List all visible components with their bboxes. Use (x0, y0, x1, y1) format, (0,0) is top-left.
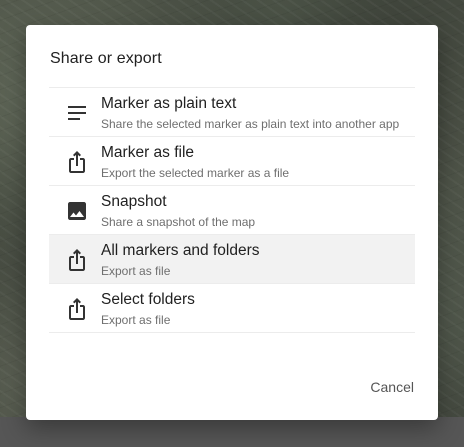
option-label: Marker as file (101, 144, 195, 161)
option-description: Export as file (101, 264, 171, 278)
option-label: Snapshot (101, 193, 167, 210)
dialog-title: Share or export (50, 50, 162, 67)
share-icon (65, 150, 89, 174)
option-marker-as-file[interactable]: Marker as file Export the selected marke… (49, 137, 415, 186)
notes-icon (65, 101, 89, 125)
option-description: Export as file (101, 313, 171, 327)
bottom-bar-scrim (0, 417, 464, 447)
share-export-dialog: Share or export Marker as plain text Sha… (26, 25, 438, 420)
option-label: Marker as plain text (101, 95, 237, 112)
option-all-markers-and-folders[interactable]: All markers and folders Export as file (49, 235, 415, 284)
option-marker-plain-text[interactable]: Marker as plain text Share the selected … (49, 88, 415, 137)
option-description: Share a snapshot of the map (101, 215, 256, 229)
option-label: All markers and folders (101, 242, 260, 259)
option-select-folders[interactable]: Select folders Export as file (49, 284, 415, 333)
option-description: Export the selected marker as a file (101, 166, 290, 180)
cancel-button[interactable]: Cancel (370, 375, 414, 399)
image-icon (65, 199, 89, 223)
options-list: Marker as plain text Share the selected … (49, 87, 415, 333)
option-description: Share the selected marker as plain text … (101, 117, 400, 131)
option-snapshot[interactable]: Snapshot Share a snapshot of the map (49, 186, 415, 235)
share-icon (65, 297, 89, 321)
option-label: Select folders (101, 291, 195, 308)
share-icon (65, 248, 89, 272)
